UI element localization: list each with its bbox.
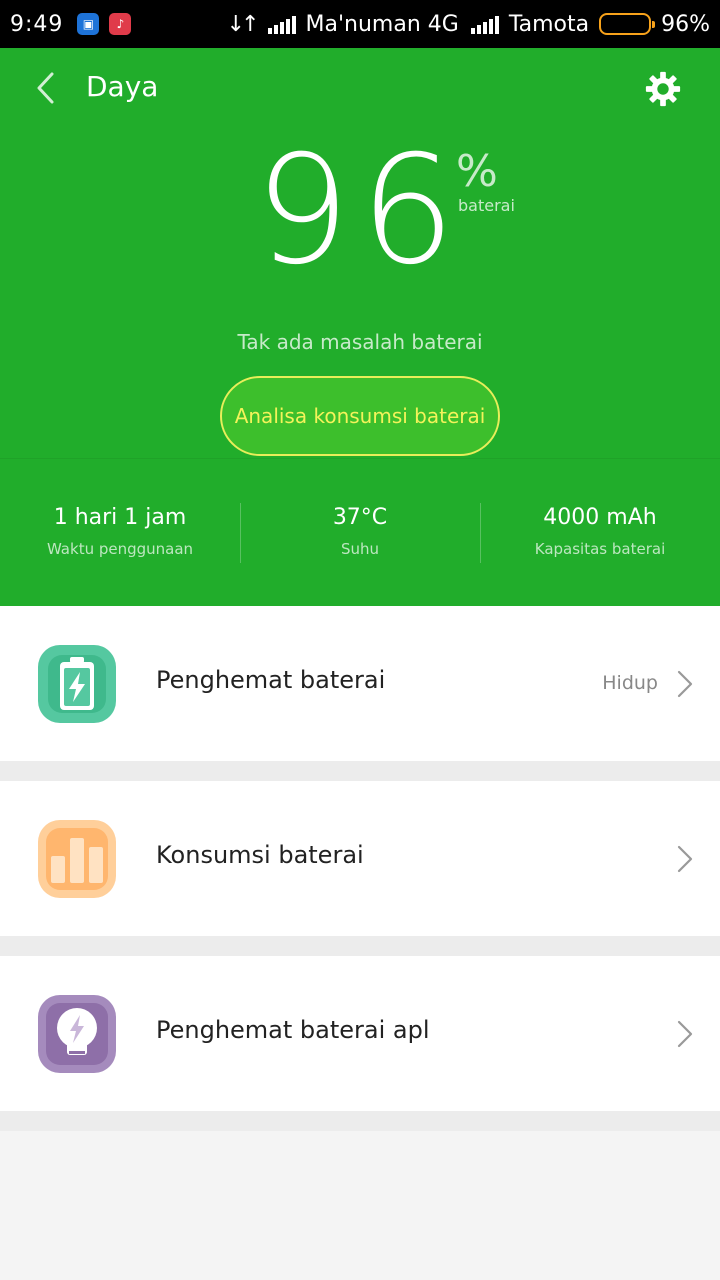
bulb-icon	[38, 995, 116, 1073]
list-item-battery-saver[interactable]: Penghemat baterai Hidup	[0, 606, 720, 761]
stat-temperature: 37°C Suhu	[240, 459, 480, 606]
battery-icon	[599, 13, 656, 35]
list-item-label: Penghemat baterai	[156, 666, 386, 694]
mi-notification-icon: ▣	[77, 13, 100, 35]
chevron-right-icon	[677, 670, 693, 698]
analyze-consumption-button[interactable]: Analisa konsumsi baterai	[220, 376, 500, 456]
battery-level-display: 96 % baterai	[0, 136, 720, 286]
list-item-battery-consumption[interactable]: Konsumsi baterai	[0, 781, 720, 936]
status-time: 9:49	[10, 11, 64, 37]
battery-status-text: Tak ada masalah baterai	[237, 330, 483, 354]
chevron-right-icon	[677, 1020, 693, 1048]
stat-label: Waktu penggunaan	[46, 540, 194, 558]
percent-sign: %	[456, 146, 498, 197]
signal-icon-1	[266, 14, 296, 34]
top-app-bar: Daya	[0, 48, 720, 128]
data-transfer-icon: ↓↑	[226, 11, 260, 37]
bar-chart-icon	[38, 820, 116, 898]
settings-list: Penghemat baterai Hidup Konsumsi baterai	[0, 606, 720, 1131]
battery-level-number: 96	[254, 124, 466, 298]
list-item-label: Konsumsi baterai	[156, 841, 364, 869]
stat-value: 37°C	[332, 505, 388, 530]
stat-value: 4000 mAh	[543, 505, 657, 530]
list-divider	[0, 761, 720, 781]
settings-gear-icon[interactable]	[644, 70, 682, 108]
page-title: Daya	[86, 70, 159, 103]
carrier-2-label: Tamota	[508, 11, 590, 37]
back-icon[interactable]	[30, 70, 66, 106]
stat-label: Kapasitas baterai	[534, 540, 666, 558]
battery-stats: 1 hari 1 jam Waktu penggunaan 37°C Suhu …	[0, 458, 720, 606]
status-bar: 9:49 ▣ ♪ ↓↑ Ma'numan 4G Tamota 96%	[0, 0, 720, 48]
list-divider	[0, 936, 720, 956]
list-item-label: Penghemat baterai apl	[156, 1016, 430, 1044]
battery-saver-icon	[38, 645, 116, 723]
carrier-1-label: Ma'numan 4G	[305, 11, 459, 37]
signal-icon-2	[469, 14, 499, 34]
status-indicators: ↓↑ Ma'numan 4G Tamota 96%	[217, 12, 710, 37]
stat-usage-time: 1 hari 1 jam Waktu penggunaan	[0, 459, 240, 606]
stat-label: Suhu	[340, 540, 380, 558]
list-divider	[0, 1111, 720, 1131]
list-item-app-battery-saver[interactable]: Penghemat baterai apl	[0, 956, 720, 1111]
battery-header: Daya 96 % baterai Tak ada masalah batera…	[0, 48, 720, 606]
list-item-value: Hidup	[602, 672, 658, 694]
stat-capacity: 4000 mAh Kapasitas baterai	[480, 459, 720, 606]
stat-value: 1 hari 1 jam	[53, 505, 187, 530]
battery-percent-label: 96%	[661, 11, 710, 37]
chevron-right-icon	[677, 845, 693, 873]
music-notification-icon: ♪	[109, 13, 132, 35]
percent-label: baterai	[458, 196, 515, 215]
